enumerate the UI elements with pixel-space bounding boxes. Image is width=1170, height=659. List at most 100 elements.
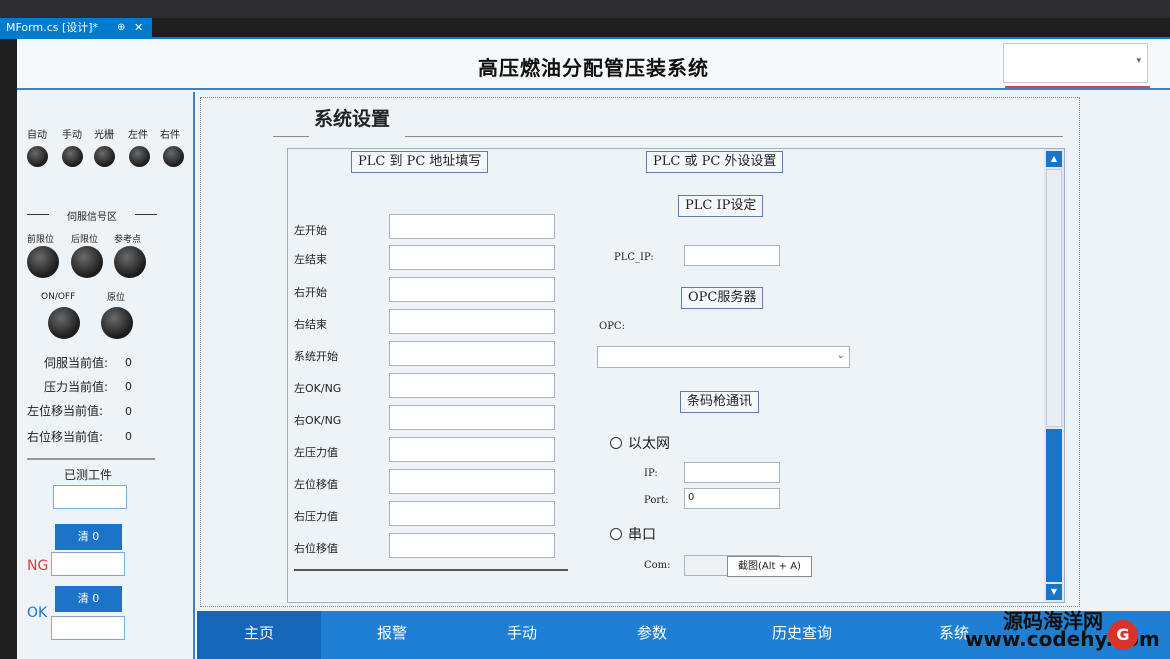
scanner-ip-input[interactable] bbox=[684, 462, 780, 483]
document-tab[interactable]: MForm.cs [设计]* ⊕ ✕ bbox=[0, 18, 152, 38]
settings-panel: PLC 到 PC 地址填写 PLC 或 PC 外设设置 左开始 左结束 右开始 … bbox=[287, 148, 1065, 603]
barcode-scanner-header: 条码枪通讯 bbox=[680, 391, 760, 413]
nav-manual[interactable]: 手动 bbox=[460, 611, 584, 659]
scroll-up-icon[interactable]: ▲ bbox=[1046, 151, 1062, 167]
mode-label-right-part: 右件 bbox=[160, 130, 180, 141]
field-label-left-displacement: 左位移值 bbox=[294, 478, 338, 491]
system-settings-title: 系统设置 bbox=[314, 108, 391, 130]
auto-indicator-lamp bbox=[27, 146, 48, 167]
mode-label-grating: 光栅 bbox=[94, 130, 114, 141]
top-right-combobox[interactable]: ▾ bbox=[1003, 43, 1148, 83]
mode-label-manual: 手动 bbox=[62, 130, 82, 141]
ng-count-field[interactable] bbox=[51, 552, 125, 576]
home-lamp bbox=[101, 307, 133, 339]
scroll-down-icon[interactable]: ▼ bbox=[1046, 584, 1062, 600]
left-panel-separator bbox=[27, 458, 155, 460]
left-ok-ng-input[interactable] bbox=[389, 373, 555, 398]
serial-radio[interactable] bbox=[610, 528, 622, 540]
left-end-input[interactable] bbox=[389, 245, 555, 270]
onoff-lamp bbox=[48, 307, 80, 339]
system-settings-area: 系统设置 PLC 到 PC 地址填写 PLC 或 PC 外设设置 左开始 左结束… bbox=[200, 97, 1080, 607]
servo-label-front-limit: 前限位 bbox=[27, 235, 55, 245]
right-ok-ng-input[interactable] bbox=[389, 405, 555, 430]
servo-signal-section-title: 伺服信号区 bbox=[27, 208, 157, 223]
close-icon[interactable]: ✕ bbox=[134, 18, 143, 38]
plc-ip-header: PLC IP设定 bbox=[678, 195, 764, 217]
manual-indicator-lamp bbox=[62, 146, 83, 167]
system-start-input[interactable] bbox=[389, 341, 555, 366]
left-part-indicator-lamp bbox=[129, 146, 150, 167]
pressure-current-value: 0 bbox=[125, 380, 132, 393]
right-start-input[interactable] bbox=[389, 277, 555, 302]
field-label-left-pressure: 左压力值 bbox=[294, 446, 338, 459]
fields-bottom-rule bbox=[294, 569, 568, 571]
ok-count-field[interactable] bbox=[51, 616, 125, 640]
field-label-right-start: 右开始 bbox=[294, 286, 327, 299]
watermark-logo-icon: G bbox=[1108, 620, 1138, 650]
opc-label: OPC: bbox=[599, 321, 625, 332]
document-tab-label: MForm.cs [设计]* bbox=[6, 21, 99, 34]
ng-label: NG bbox=[27, 558, 49, 574]
nav-alarm[interactable]: 报警 bbox=[330, 611, 454, 659]
right-end-input[interactable] bbox=[389, 309, 555, 334]
scrollbar-track[interactable] bbox=[1046, 169, 1062, 427]
nav-parameters[interactable]: 参数 bbox=[590, 611, 714, 659]
designer-form: 高压燃油分配管压装系统 ▾ 自动 手动 光栅 左件 右件 伺服信号区 前限位 后… bbox=[17, 39, 1170, 659]
combo-underline bbox=[1005, 86, 1150, 88]
ethernet-radio[interactable] bbox=[610, 437, 622, 449]
mode-label-auto: 自动 bbox=[27, 130, 47, 141]
nav-home[interactable]: 主页 bbox=[197, 611, 321, 659]
screenshot-tooltip: 截图(Alt + A) bbox=[727, 556, 812, 577]
reference-lamp bbox=[114, 246, 146, 278]
home-label: 原位 bbox=[107, 293, 126, 303]
right-part-indicator-lamp bbox=[163, 146, 184, 167]
left-displacement-current-label: 左位移当前值: bbox=[27, 404, 104, 418]
ethernet-label: 以太网 bbox=[628, 436, 670, 452]
right-displacement-input[interactable] bbox=[389, 533, 555, 558]
serial-label: 串口 bbox=[628, 527, 656, 543]
front-limit-lamp bbox=[27, 246, 59, 278]
plc-or-pc-header: PLC 或 PC 外设设置 bbox=[646, 151, 784, 173]
field-label-right-end: 右结束 bbox=[294, 318, 327, 331]
opc-server-header: OPC服务器 bbox=[681, 287, 764, 309]
plc-ip-input[interactable] bbox=[684, 245, 780, 266]
opc-server-dropdown[interactable]: ⌄ bbox=[597, 346, 850, 368]
left-start-input[interactable] bbox=[389, 214, 555, 239]
scrollbar-thumb[interactable] bbox=[1046, 429, 1062, 582]
pin-icon[interactable]: ⊕ bbox=[117, 18, 125, 38]
rear-limit-lamp bbox=[71, 246, 103, 278]
left-status-panel: 自动 手动 光栅 左件 右件 伺服信号区 前限位 后限位 参考点 ON/OFF … bbox=[17, 92, 195, 659]
right-pressure-input[interactable] bbox=[389, 501, 555, 526]
left-displacement-input[interactable] bbox=[389, 469, 555, 494]
com-label: Com: bbox=[644, 560, 671, 571]
chevron-down-icon: ⌄ bbox=[836, 350, 845, 361]
pressure-current-label: 压力当前值: bbox=[44, 380, 109, 394]
clear-ok-button[interactable]: 清 0 bbox=[55, 586, 122, 612]
left-displacement-current-value: 0 bbox=[125, 405, 132, 418]
measured-parts-field[interactable] bbox=[53, 485, 127, 509]
grating-indicator-lamp bbox=[94, 146, 115, 167]
title-bar: 高压燃油分配管压装系统 ▾ bbox=[17, 39, 1170, 90]
right-displacement-current-label: 右位移当前值: bbox=[27, 430, 104, 444]
field-label-right-pressure: 右压力值 bbox=[294, 510, 338, 523]
nav-history-query[interactable]: 历史查询 bbox=[740, 611, 864, 659]
scanner-port-input[interactable]: 0 bbox=[684, 488, 780, 509]
servo-label-reference: 参考点 bbox=[114, 235, 142, 245]
ide-top-bar bbox=[0, 0, 1170, 18]
ok-label: OK bbox=[27, 605, 48, 621]
left-pressure-input[interactable] bbox=[389, 437, 555, 462]
clear-ng-button[interactable]: 清 0 bbox=[55, 524, 122, 550]
right-displacement-current-value: 0 bbox=[125, 430, 132, 443]
settings-title-rule-gap bbox=[309, 134, 405, 140]
field-label-right-ok-ng: 右OK/NG bbox=[294, 414, 342, 427]
port-label: Port: bbox=[644, 495, 669, 506]
field-label-left-start: 左开始 bbox=[294, 224, 327, 237]
onoff-label: ON/OFF bbox=[41, 292, 76, 302]
plc-ip-label: PLC_IP: bbox=[614, 252, 654, 263]
mode-label-left-part: 左件 bbox=[128, 130, 148, 141]
settings-vertical-scrollbar[interactable]: ▲ ▼ bbox=[1044, 149, 1064, 602]
field-label-right-displacement: 右位移值 bbox=[294, 542, 338, 555]
servo-current-value: 0 bbox=[125, 356, 132, 369]
ip-label: IP: bbox=[644, 468, 658, 479]
field-label-system-start: 系统开始 bbox=[294, 350, 338, 363]
